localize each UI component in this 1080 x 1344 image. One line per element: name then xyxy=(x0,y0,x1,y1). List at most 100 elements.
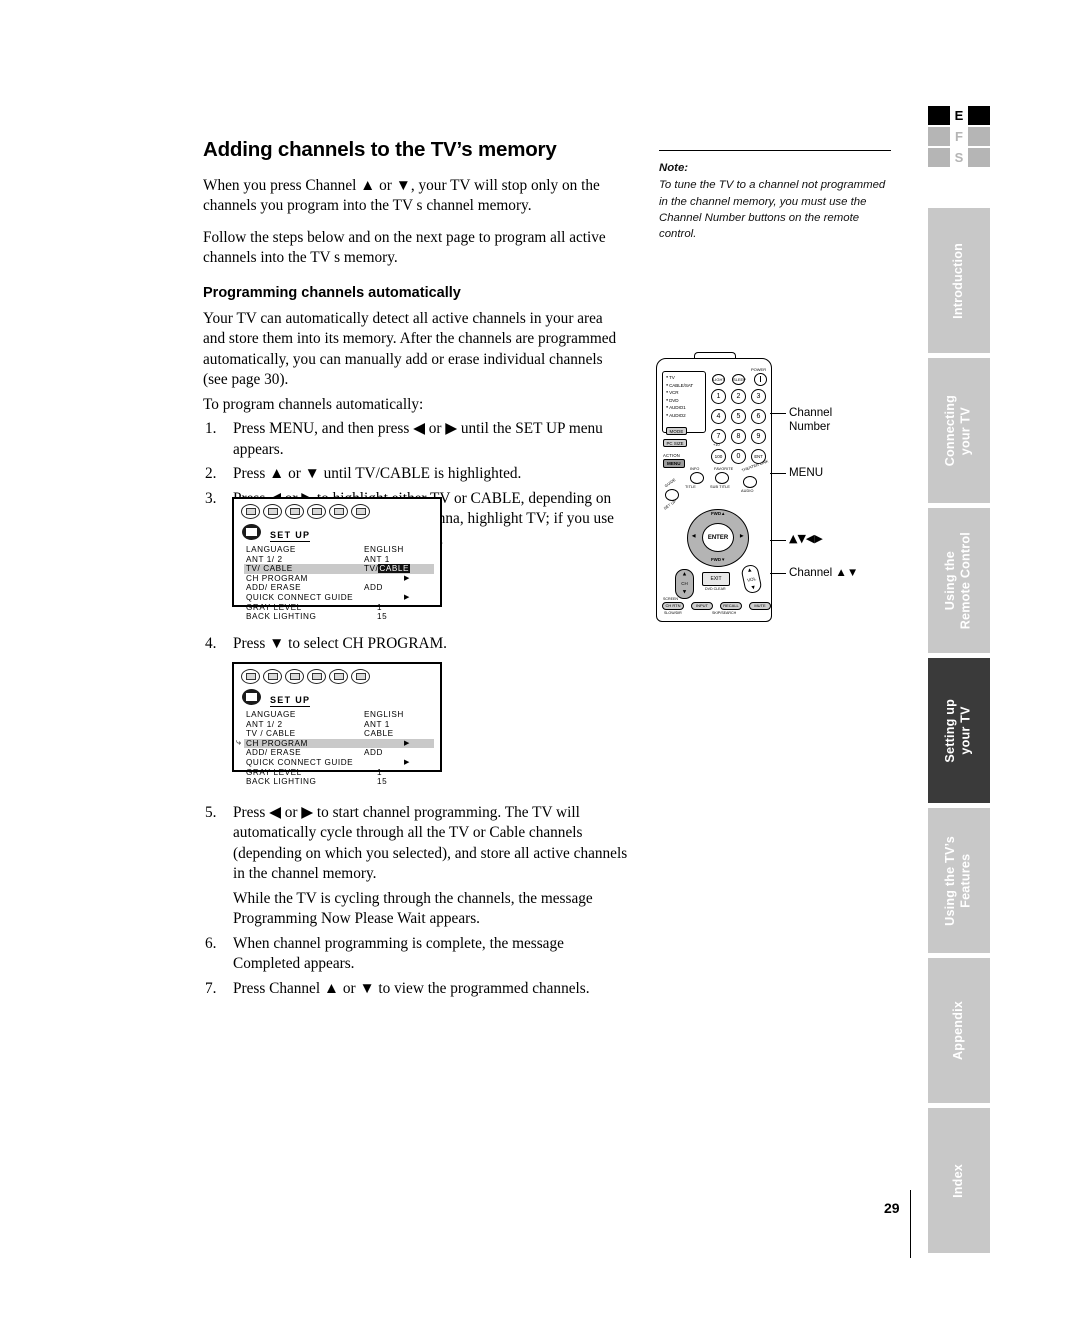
number-button-5: 5 xyxy=(731,409,746,424)
step-number: 7. xyxy=(205,979,217,997)
sidebar-tab-using-the-remote-control[interactable]: Using the Remote Control xyxy=(928,508,990,653)
steps-list-part2: 4. Press ▼ to select CH PROGRAM. xyxy=(203,634,628,658)
osd-row-label: CH PROGRAM xyxy=(246,738,308,748)
osd-row-back-lighting: BACK LIGHTING 15 xyxy=(244,612,434,622)
osd-row-tv-cable-highlighted: TV/ CABLE TV/CABLE xyxy=(244,564,434,574)
steps-list-part3: 5. Press ◀ or ▶ to start channel program… xyxy=(203,803,628,1003)
lock-icon xyxy=(351,504,370,519)
sidebar-tab-label: Setting up your TV xyxy=(943,698,973,763)
setup-icon xyxy=(307,669,326,684)
osd-row-gray-level: GRAY LEVEL 1 xyxy=(244,768,434,778)
pc-size-button: PC SIZE xyxy=(663,439,688,447)
osd-row-quick-connect-guide: QUICK CONNECT GUIDE ▶ xyxy=(244,593,434,603)
page-title: Adding channels to the TV’s memory xyxy=(203,138,557,161)
sidebar-tab-appendix[interactable]: Appendix xyxy=(928,958,990,1103)
language-marker-e: E xyxy=(928,106,992,125)
step-number: 1. xyxy=(205,420,217,438)
input-button: INPUT xyxy=(691,602,713,610)
callout-channel-number: Channel Number xyxy=(789,406,832,435)
intro-paragraph-4: To program channels automatically: xyxy=(203,395,424,413)
number-button-7: 7 xyxy=(711,429,726,444)
power-label: POWER xyxy=(751,367,767,372)
step-item-4: 4. Press ▼ to select CH PROGRAM. xyxy=(203,634,628,654)
osd-row-label: TV / CABLE xyxy=(246,729,296,739)
exit-button: EXIT xyxy=(702,572,730,586)
cursor-pointer-icon: ⤷ xyxy=(236,737,242,748)
channel-rocker-button: ▲ CH ▼ xyxy=(675,569,694,599)
osd-row-value: TV/CABLE xyxy=(364,564,410,574)
slow-dir-label: SLOW/DIR xyxy=(664,611,682,615)
step-item-7: 7. Press Channel ▲ or ▼ to view the prog… xyxy=(203,979,628,999)
sidebar-tab-label: Using the TV’s Features xyxy=(943,835,973,926)
ch-rtn-button: CH RTN xyxy=(662,602,684,610)
audio-label: AUDIO xyxy=(741,489,754,493)
sidebar-tab-label: Using the Remote Control xyxy=(943,531,973,630)
sidebar-tab-label: Index xyxy=(951,1163,966,1198)
osd-row-value: ADD xyxy=(364,748,383,758)
osd-row-label: GRAY LEVEL xyxy=(246,767,302,777)
osd-row-label: GRAY LEVEL xyxy=(246,602,302,612)
language-block-left xyxy=(928,127,950,146)
mute-button: MUTE xyxy=(749,602,771,610)
sidebar-tab-introduction[interactable]: Introduction xyxy=(928,208,990,353)
screen-label: SCREEN xyxy=(663,597,678,601)
info-button xyxy=(690,472,704,484)
language-letter: F xyxy=(955,129,963,144)
sidebar-tab-setting-up-your-tv[interactable]: Setting up your TV xyxy=(928,658,990,803)
sleep-button: SLEEP xyxy=(732,374,746,385)
video-icon xyxy=(285,669,304,684)
osd-row-add-erase: ADD/ ERASE ADD xyxy=(244,748,434,758)
osd-menu-title: SET UP xyxy=(270,530,311,542)
sidebar-tab-using-the-tvs-features[interactable]: Using the TV’s Features xyxy=(928,808,990,953)
language-marker-group: E F S xyxy=(928,106,992,169)
intro-paragraph-1: When you press Channel ▲ or ▼, your TV w… xyxy=(203,176,600,215)
guide-button xyxy=(665,489,679,501)
menu-button: MENU xyxy=(663,459,685,468)
osd-row-gray-level: GRAY LEVEL 1 xyxy=(244,603,434,613)
osd-row-label: CH PROGRAM xyxy=(246,573,308,583)
favorite-button xyxy=(715,472,729,484)
mode-button: MODE xyxy=(666,427,687,436)
action-label: ACTION xyxy=(663,453,681,458)
adjust-icon xyxy=(329,504,348,519)
number-button-6: 6 xyxy=(751,409,766,424)
sidebar-tab-connecting-your-tv[interactable]: Connecting your TV xyxy=(928,358,990,503)
light-button: LIGHT xyxy=(712,374,725,385)
subtitle-label: SUB TITLE xyxy=(710,485,731,489)
sidebar-tab-label: Appendix xyxy=(951,1001,966,1060)
step-text: Press ▲ or ▼ until TV/CABLE is highlight… xyxy=(233,465,522,483)
sidebar-tab-index[interactable]: Index xyxy=(928,1108,990,1253)
osd-row-list: LANGUAGE ENGLISH ANT 1/ 2 ANT 1 TV / CAB… xyxy=(236,710,434,787)
step-item-2: 2. Press ▲ or ▼ until TV/CABLE is highli… xyxy=(203,464,628,484)
guide-label: GUIDE xyxy=(663,477,677,489)
step-text: When channel programming is complete, th… xyxy=(233,934,564,973)
callout-leader-menu xyxy=(770,473,786,475)
osd-value-cable-selected: CABLE xyxy=(378,564,410,574)
footer-divider xyxy=(910,1190,912,1258)
page-number: 29 xyxy=(884,1200,900,1216)
mode-item-dvd: DVD xyxy=(666,397,705,405)
number-button-9: 9 xyxy=(751,429,766,444)
enter-button: ENTER xyxy=(702,523,734,552)
dpad-up-label: FWD▲ xyxy=(711,511,726,516)
remote-body: TV CABLE/SAT VCR DVD AUDIO1 AUDIO2 MODE … xyxy=(656,358,772,622)
chevron-right-icon: ▶ xyxy=(404,757,410,766)
osd-row-value: ANT 1 xyxy=(364,719,390,729)
callout-line-1: Channel xyxy=(789,406,833,419)
osd-setup-menu-screen-1: SET UP LANGUAGE ENGLISH ANT 1/ 2 ANT 1 T… xyxy=(232,497,442,621)
step-text: Press MENU, and then press ◀ or ▶ until … xyxy=(233,420,603,458)
osd-row-value: 1 xyxy=(377,767,383,777)
direction-pad: FWD▲ FWD▼ ◀ ▶ ENTER xyxy=(687,509,749,567)
osd-row-value: ENGLISH xyxy=(364,710,404,719)
osd-row-tv-cable: TV / CABLE CABLE xyxy=(244,729,434,739)
channel-up-icon: ▲ xyxy=(682,572,687,577)
video-icon xyxy=(285,504,304,519)
dvd-clear-label: DVD CLEAR xyxy=(705,587,726,591)
osd-row-ant: ANT 1/ 2 ANT 1 xyxy=(244,720,434,730)
dpad-right-icon: ▶ xyxy=(740,533,744,538)
osd-row-value: 15 xyxy=(377,777,388,787)
note-divider xyxy=(659,150,891,151)
sidebar-tab-label: Introduction xyxy=(951,242,966,319)
main-text-column: Adding channels to the TV’s memory When … xyxy=(203,138,628,554)
volume-rocker-button: ▲ VOL ▼ xyxy=(740,563,763,595)
